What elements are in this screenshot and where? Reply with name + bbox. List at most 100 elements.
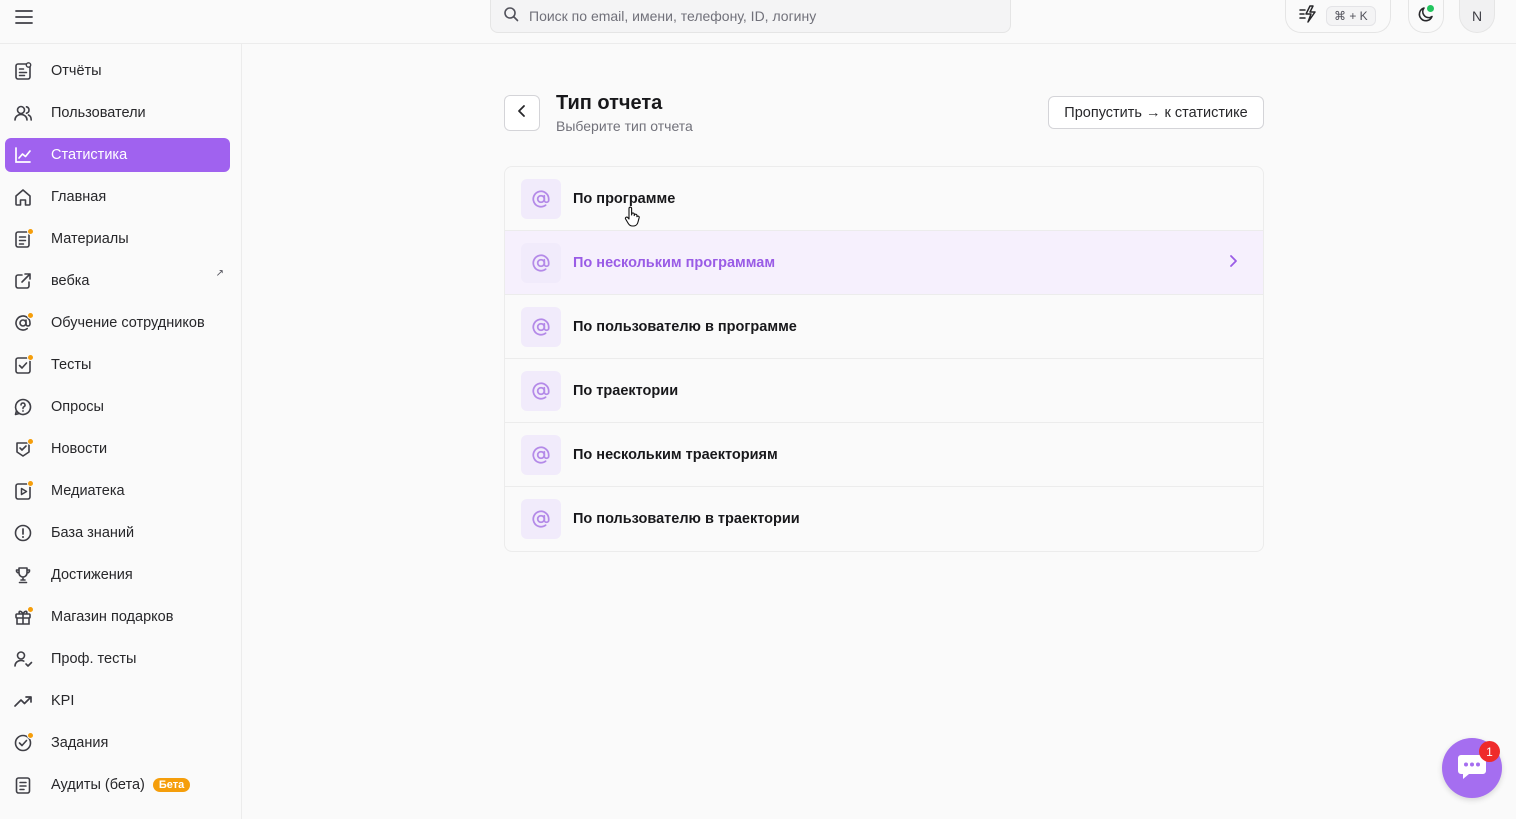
report-type-by-program[interactable]: По программе [505, 167, 1263, 231]
play-icon [13, 480, 34, 501]
page-subtitle: Выберите тип отчета [556, 118, 693, 134]
sidebar-item-prof-tests[interactable]: Проф. тесты [5, 642, 230, 676]
home-icon [13, 187, 33, 207]
notification-dot [27, 606, 34, 613]
sidebar-item-label: Задания [51, 735, 109, 751]
report-type-by-trajectory[interactable]: По траектории [505, 359, 1263, 423]
report-type-label: По нескольким траекториям [573, 446, 778, 463]
sidebar-item-kpi[interactable]: KPI [5, 684, 230, 718]
report-type-list: По программе По нескольким программам По… [504, 166, 1264, 552]
sidebar-item-label: Достижения [51, 567, 133, 583]
avatar[interactable]: N [1459, 0, 1495, 33]
menu-icon[interactable] [12, 6, 36, 28]
sidebar: Отчёты Пользователи Статистика Главная М… [0, 44, 242, 819]
chevron-right-icon [1225, 253, 1241, 274]
sidebar-item-label: Аудиты (бета) [51, 777, 145, 793]
sidebar-item-statistics[interactable]: Статистика [5, 138, 230, 172]
sidebar-item-media-library[interactable]: Медиатека [5, 474, 230, 508]
sidebar-item-label: Тесты [51, 357, 92, 373]
checklist-icon [13, 354, 34, 375]
sidebar-item-training[interactable]: Обучение сотрудников [5, 306, 230, 340]
check-circle-icon [13, 732, 34, 753]
report-type-by-user-in-trajectory[interactable]: По пользователю в траектории [505, 487, 1263, 551]
sidebar-item-label: Статистика [51, 147, 128, 163]
notification-dot [27, 228, 34, 235]
sidebar-item-reports[interactable]: Отчёты [5, 54, 230, 88]
online-status-dot [1427, 5, 1434, 12]
sidebar-item-label: Материалы [51, 231, 129, 247]
at-sign-icon [521, 178, 561, 219]
search-input[interactable] [529, 8, 989, 24]
question-bubble-icon [13, 397, 33, 417]
notification-dot [27, 480, 34, 487]
top-bar: ⌘ + K N [0, 0, 1516, 44]
at-sign-icon [521, 434, 561, 475]
report-type-label: По траектории [573, 382, 679, 399]
at-sign-icon [521, 370, 561, 411]
chevron-left-icon [514, 103, 530, 124]
at-sign-icon [521, 242, 561, 283]
sidebar-item-knowledge-base[interactable]: База знаний [5, 516, 230, 550]
report-type-label: По пользователю в программе [573, 318, 797, 335]
shortcut-hint: ⌘ + K [1326, 6, 1376, 26]
sidebar-item-webka[interactable]: вебка ↗ [5, 264, 230, 298]
trophy-icon [13, 565, 33, 585]
trend-up-icon [13, 691, 33, 711]
document-icon [13, 228, 34, 249]
report-type-by-multiple-programs[interactable]: По нескольким программам [505, 231, 1263, 295]
news-icon [13, 438, 34, 459]
external-link-icon [13, 271, 33, 291]
sidebar-item-users[interactable]: Пользователи [5, 96, 230, 130]
sidebar-item-label: Главная [51, 189, 107, 205]
sidebar-item-tasks[interactable]: Задания [5, 726, 230, 760]
sidebar-item-label: Медиатека [51, 483, 125, 499]
skip-to-statistics-button[interactable]: Пропустить → к статистике [1048, 96, 1264, 129]
sidebar-item-label: База знаний [51, 525, 135, 541]
notification-dot [27, 312, 34, 319]
gift-icon [13, 606, 34, 627]
sidebar-item-label: Обучение сотрудников [51, 315, 205, 331]
external-arrow-icon: ↗ [215, 268, 224, 279]
search-icon [503, 6, 519, 27]
sidebar-item-achievements[interactable]: Достижения [5, 558, 230, 592]
sidebar-item-tests[interactable]: Тесты [5, 348, 230, 382]
info-circle-icon [13, 523, 33, 543]
sidebar-item-label: Опросы [51, 399, 104, 415]
sidebar-item-surveys[interactable]: Опросы [5, 390, 230, 424]
report-type-label: По пользователю в траектории [573, 511, 800, 527]
sidebar-item-label: Новости [51, 441, 108, 457]
report-type-label: По программе [573, 190, 676, 207]
report-type-label: По нескольким программам [573, 254, 776, 271]
user-check-icon [13, 649, 33, 669]
sidebar-item-label: Проф. тесты [51, 651, 137, 667]
theme-toggle-button[interactable] [1408, 0, 1444, 33]
at-sign-icon [521, 499, 561, 539]
at-sign-icon [13, 312, 34, 333]
page-title: Тип отчета [556, 92, 663, 114]
search-bar[interactable] [490, 0, 1011, 33]
sidebar-item-materials[interactable]: Материалы [5, 222, 230, 256]
back-button[interactable] [504, 95, 540, 131]
report-type-by-user-in-program[interactable]: По пользователю в программе [505, 295, 1263, 359]
beta-badge: Бета [152, 778, 191, 792]
sidebar-item-label: Отчёты [51, 63, 102, 79]
report-type-by-multiple-trajectories[interactable]: По нескольким траекториям [505, 423, 1263, 487]
command-palette-button[interactable]: ⌘ + K [1285, 0, 1391, 33]
clipboard-icon [13, 775, 33, 795]
sidebar-item-home[interactable]: Главная [5, 180, 230, 214]
notification-dot [27, 438, 34, 445]
sidebar-item-gift-shop[interactable]: Магазин подарков [5, 600, 230, 634]
users-icon [13, 103, 33, 123]
at-sign-icon [521, 306, 561, 347]
sidebar-item-label: Пользователи [51, 105, 146, 121]
sidebar-item-label: вебка [51, 273, 90, 289]
sidebar-item-label: KPI [51, 693, 75, 709]
sidebar-item-news[interactable]: Новости [5, 432, 230, 466]
notification-dot [27, 732, 34, 739]
lightning-icon [1298, 4, 1318, 28]
report-icon [13, 61, 33, 81]
sidebar-item-label: Магазин подарков [51, 609, 174, 625]
chat-notification-badge: 1 [1479, 741, 1500, 762]
sidebar-item-audits[interactable]: Аудиты (бета) Бета [5, 768, 230, 802]
notification-dot [27, 354, 34, 361]
